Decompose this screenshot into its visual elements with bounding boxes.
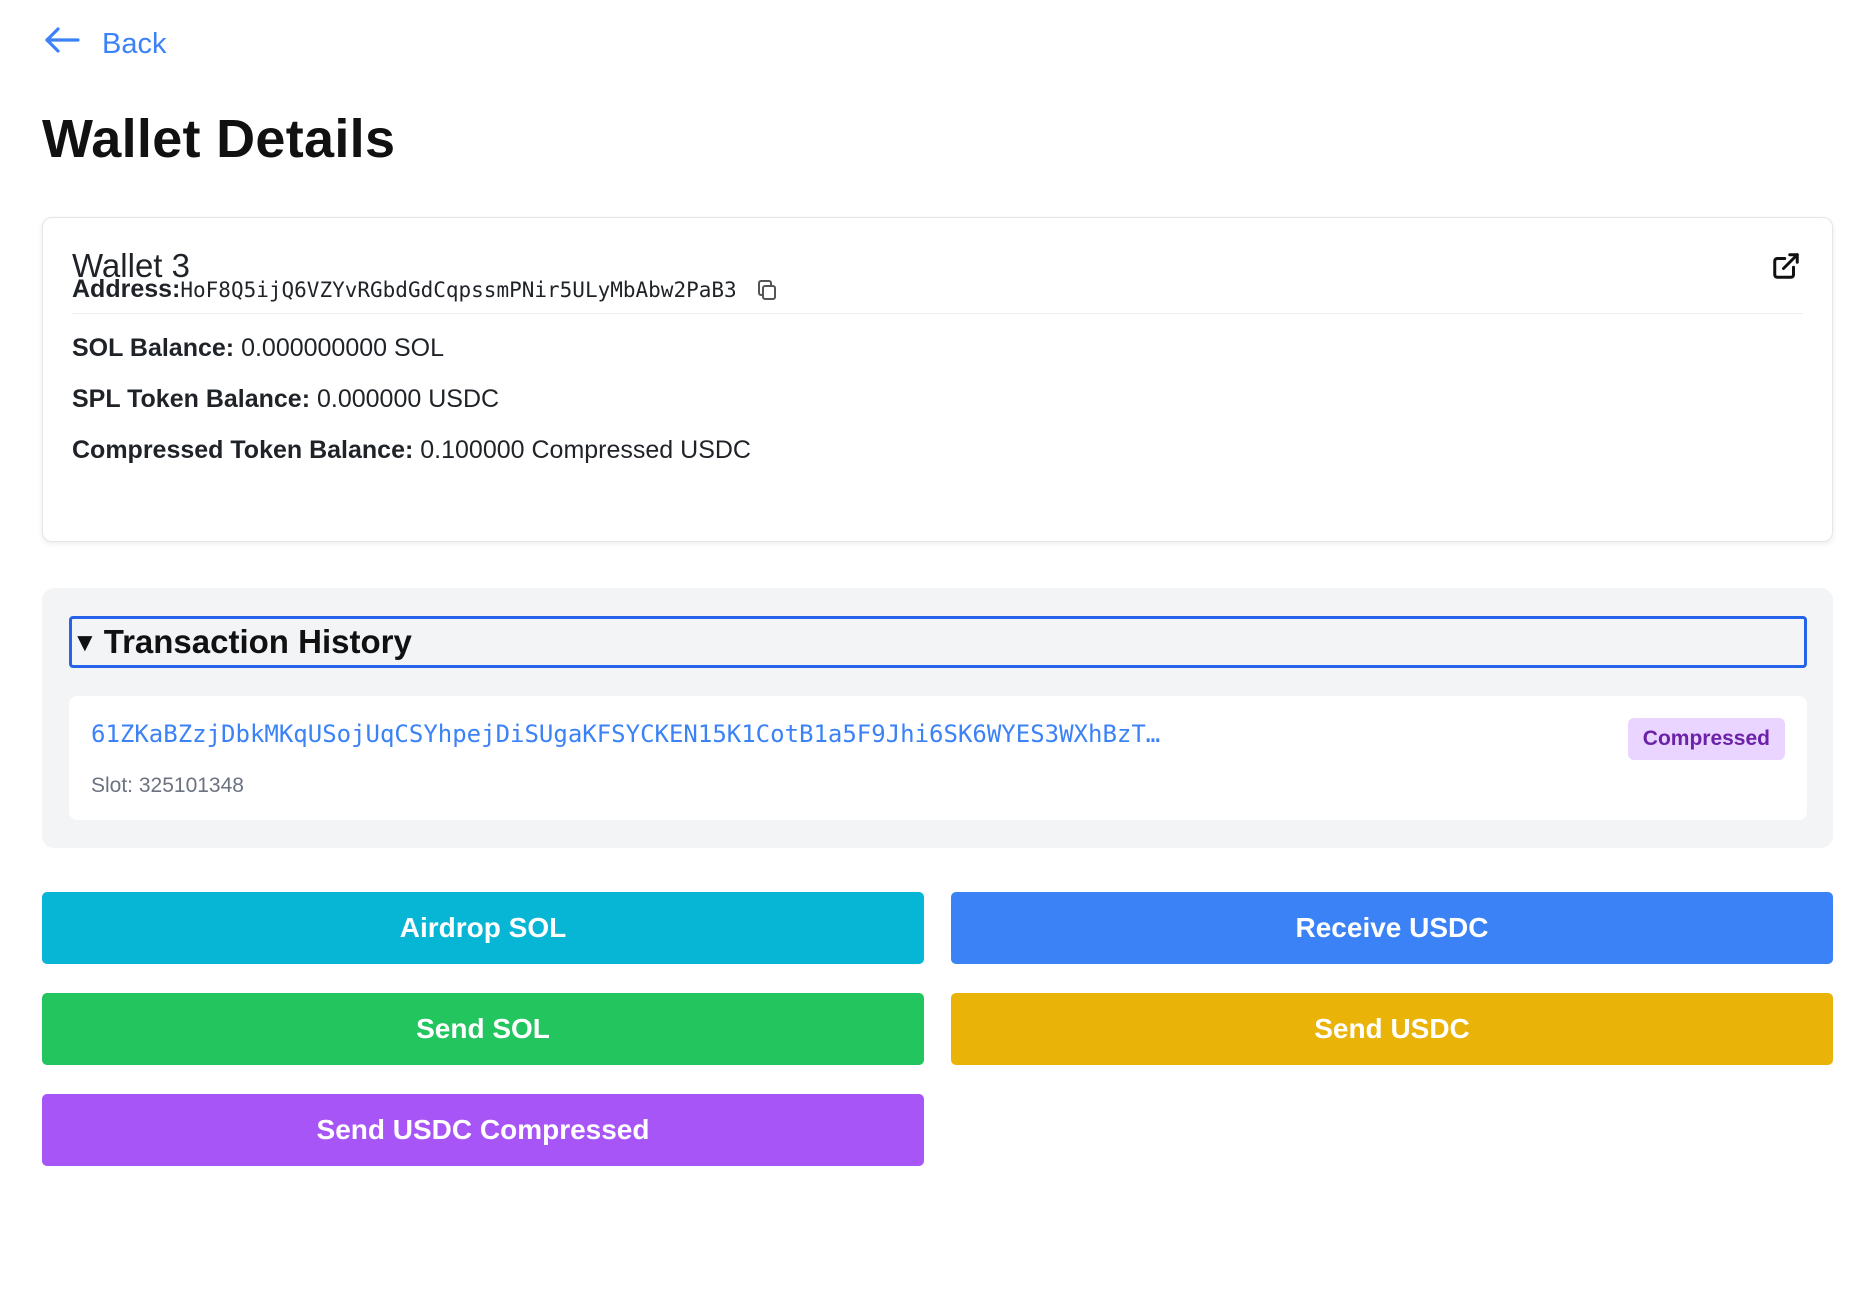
compressed-balance-value: 0.100000 Compressed USDC [420, 435, 751, 464]
transaction-slot: Slot: 325101348 [91, 774, 244, 797]
back-link[interactable]: Back [42, 20, 166, 68]
sol-balance-label: SOL Balance: [72, 333, 235, 362]
address-row: Address: HoF8Q5ijQ6VZYvRGbdGdCqpssmPNir5… [72, 275, 781, 304]
arrow-left-icon [42, 20, 82, 68]
transaction-history-toggle[interactable]: ▼ Transaction History [69, 616, 1807, 668]
sol-balance-row: SOL Balance: 0.000000000 SOL [72, 333, 445, 362]
transaction-item: 61ZKaBZzjDbkMKqUSojUqCSYhpejDiSUgaKFSYCK… [69, 696, 1807, 820]
triangle-down-icon: ▼ [72, 627, 98, 657]
send-usdc-button[interactable]: Send USDC [951, 993, 1833, 1065]
send-sol-button[interactable]: Send SOL [42, 993, 924, 1065]
compressed-balance-row: Compressed Token Balance: 0.100000 Compr… [72, 435, 751, 464]
transaction-signature-link[interactable]: 61ZKaBZzjDbkMKqUSojUqCSYhpejDiSUgaKFSYCK… [91, 720, 1251, 748]
transaction-history-title: Transaction History [103, 623, 412, 660]
receive-usdc-button[interactable]: Receive USDC [951, 892, 1833, 964]
compressed-badge: Compressed [1627, 718, 1785, 760]
send-usdc-compressed-button[interactable]: Send USDC Compressed [42, 1094, 924, 1166]
back-label: Back [102, 27, 167, 60]
address-label: Address: [72, 275, 181, 303]
external-link-icon[interactable] [1769, 249, 1803, 283]
airdrop-sol-button[interactable]: Airdrop SOL [42, 892, 924, 964]
spl-balance-label: SPL Token Balance: [72, 384, 311, 413]
transaction-history-section: ▼ Transaction History 61ZKaBZzjDbkMKqUSo… [42, 588, 1833, 848]
compressed-balance-label: Compressed Token Balance: [72, 435, 414, 464]
spl-balance-row: SPL Token Balance: 0.000000 USDC [72, 384, 500, 413]
wallet-address: HoF8Q5ijQ6VZYvRGbdGdCqpssmPNir5ULyMbAbw2… [180, 277, 737, 302]
spl-balance-value: 0.000000 USDC [317, 384, 500, 413]
copy-icon[interactable] [755, 277, 781, 303]
sol-balance-value: 0.000000000 SOL [241, 333, 445, 362]
page-title: Wallet Details [42, 109, 396, 169]
wallet-card: Wallet 3 Address: HoF8Q5ijQ6VZYvRGbdGdCq… [42, 217, 1833, 542]
